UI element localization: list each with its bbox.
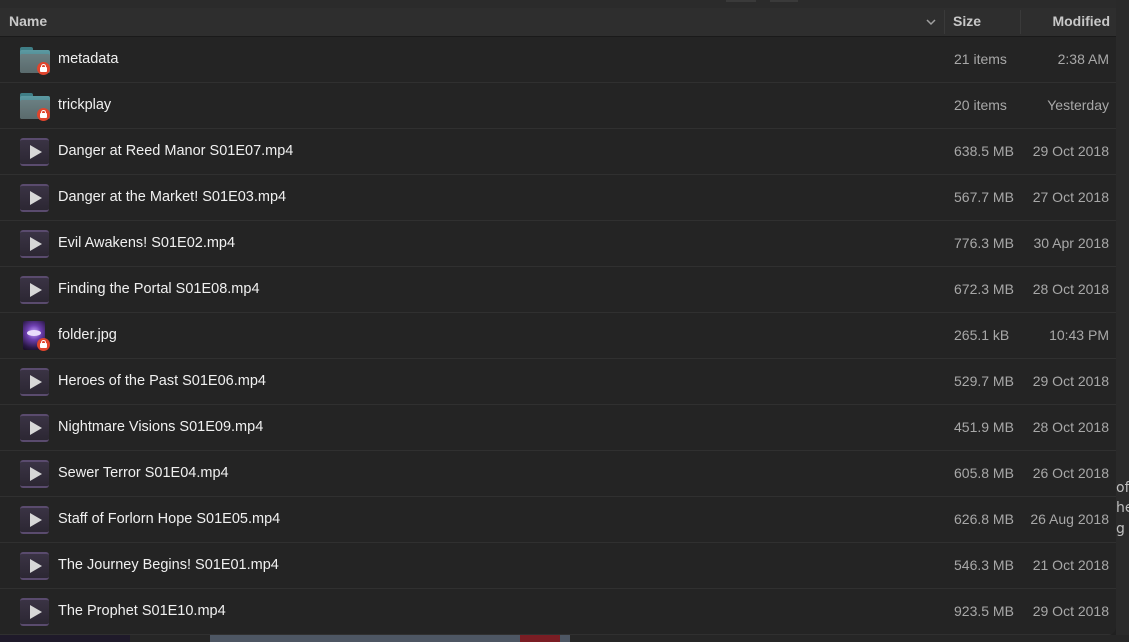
file-size: 672.3 MB <box>954 281 1014 297</box>
file-modified: 29 Oct 2018 <box>1032 143 1109 159</box>
video-file-icon <box>20 551 50 581</box>
file-modified: 28 Oct 2018 <box>1032 281 1109 297</box>
file-row[interactable]: Danger at Reed Manor S01E07.mp4 638.5 MB 2… <box>0 129 1116 175</box>
column-divider[interactable] <box>944 10 945 34</box>
background-window-edge <box>1116 0 1129 642</box>
file-size: 21 items <box>954 51 1007 67</box>
file-row[interactable]: metadata 21 items 2:38 AM <box>0 37 1116 83</box>
file-row[interactable]: Danger at the Market! S01E03.mp4 567.7 MB… <box>0 175 1116 221</box>
lock-icon <box>37 62 50 75</box>
file-modified: 2:38 AM <box>1057 51 1109 67</box>
file-row[interactable]: Heroes of the Past S01E06.mp4 529.7 MB 29 … <box>0 359 1116 405</box>
column-header-name[interactable]: Name <box>9 8 47 36</box>
background-image-fragment <box>0 635 130 642</box>
file-name: Evil Awakens! S01E02.mp4 <box>58 235 236 251</box>
file-row[interactable]: The Journey Begins! S01E01.mp4 546.3 MB 21… <box>0 543 1116 589</box>
folder-icon <box>20 91 50 121</box>
file-name: trickplay <box>58 97 112 113</box>
background-text-fragment: he <box>1116 500 1129 516</box>
video-file-icon <box>20 183 50 213</box>
file-row[interactable]: Nightmare Visions S01E09.mp4 451.9 MB 28 O… <box>0 405 1116 451</box>
file-name: Finding the Portal S01E08.mp4 <box>58 281 260 297</box>
file-name: Danger at Reed Manor S01E07.mp4 <box>58 143 294 159</box>
file-size: 529.7 MB <box>954 373 1014 389</box>
column-header-bar: Name Size Modified <box>0 8 1116 37</box>
file-name: folder.jpg <box>58 327 117 343</box>
file-modified: 10:43 PM <box>1049 327 1109 343</box>
video-file-icon <box>20 597 50 627</box>
file-size: 451.9 MB <box>954 419 1014 435</box>
file-modified: 26 Aug 2018 <box>1030 511 1109 527</box>
file-row[interactable]: Staff of Forlorn Hope S01E05.mp4 626.8 MB… <box>0 497 1116 543</box>
background-image-fragment <box>210 635 570 642</box>
lock-icon <box>37 338 50 351</box>
file-modified: 26 Oct 2018 <box>1032 465 1109 481</box>
background-image-fragment <box>520 635 560 642</box>
file-row[interactable]: Finding the Portal S01E08.mp4 672.3 MB 28 … <box>0 267 1116 313</box>
toolbar-button-edge[interactable] <box>726 0 756 2</box>
file-name: Staff of Forlorn Hope S01E05.mp4 <box>58 511 281 527</box>
video-file-icon <box>20 229 50 259</box>
file-name: Danger at the Market! S01E03.mp4 <box>58 189 287 205</box>
column-header-modified[interactable]: Modified <box>1052 8 1110 36</box>
file-name: The Journey Begins! S01E01.mp4 <box>58 557 279 573</box>
file-modified: 30 Apr 2018 <box>1033 235 1109 251</box>
video-file-icon <box>20 459 50 489</box>
video-file-icon <box>20 413 50 443</box>
file-row[interactable]: The Prophet S01E10.mp4 923.5 MB 29 Oct 201… <box>0 589 1116 635</box>
file-modified: 29 Oct 2018 <box>1032 373 1109 389</box>
file-row[interactable]: Sewer Terror S01E04.mp4 605.8 MB 26 Oct 20… <box>0 451 1116 497</box>
background-text-fragment: g <box>1116 521 1125 537</box>
file-modified: Yesterday <box>1047 97 1109 113</box>
file-modified: 21 Oct 2018 <box>1032 557 1109 573</box>
chevron-down-icon[interactable] <box>925 16 937 28</box>
file-size: 265.1 kB <box>954 327 1010 343</box>
video-file-icon <box>20 275 50 305</box>
file-manager-window: Name Size Modified metadata 21 items 2:38 … <box>0 0 1116 635</box>
file-size: 605.8 MB <box>954 465 1014 481</box>
file-name: metadata <box>58 51 119 67</box>
file-size: 626.8 MB <box>954 511 1014 527</box>
lock-icon <box>37 108 50 121</box>
file-row[interactable]: trickplay 20 items Yesterday <box>0 83 1116 129</box>
file-row[interactable]: Evil Awakens! S01E02.mp4 776.3 MB 30 Apr 2… <box>0 221 1116 267</box>
file-name: Heroes of the Past S01E06.mp4 <box>58 373 266 389</box>
file-list: metadata 21 items 2:38 AM trickplay 20 items… <box>0 37 1116 635</box>
folder-icon <box>20 45 50 75</box>
file-name: Nightmare Visions S01E09.mp4 <box>58 419 264 435</box>
video-file-icon <box>20 505 50 535</box>
file-modified: 27 Oct 2018 <box>1032 189 1109 205</box>
file-size: 776.3 MB <box>954 235 1014 251</box>
file-size: 20 items <box>954 97 1007 113</box>
video-file-icon <box>20 367 50 397</box>
file-size: 567.7 MB <box>954 189 1014 205</box>
background-bottom-strip <box>0 635 1129 642</box>
file-size: 546.3 MB <box>954 557 1014 573</box>
file-size: 923.5 MB <box>954 603 1014 619</box>
file-name: Sewer Terror S01E04.mp4 <box>58 465 229 481</box>
toolbar-button-edge[interactable] <box>770 0 798 2</box>
file-modified: 28 Oct 2018 <box>1032 419 1109 435</box>
column-divider[interactable] <box>1020 10 1021 34</box>
background-text-fragment: of <box>1116 480 1129 496</box>
video-file-icon <box>20 137 50 167</box>
file-row[interactable]: folder.jpg 265.1 kB 10:43 PM <box>0 313 1116 359</box>
image-file-icon <box>20 321 50 351</box>
file-modified: 29 Oct 2018 <box>1032 603 1109 619</box>
file-name: The Prophet S01E10.mp4 <box>58 603 226 619</box>
toolbar-edge <box>0 0 1116 8</box>
column-header-size[interactable]: Size <box>953 8 981 36</box>
file-size: 638.5 MB <box>954 143 1014 159</box>
